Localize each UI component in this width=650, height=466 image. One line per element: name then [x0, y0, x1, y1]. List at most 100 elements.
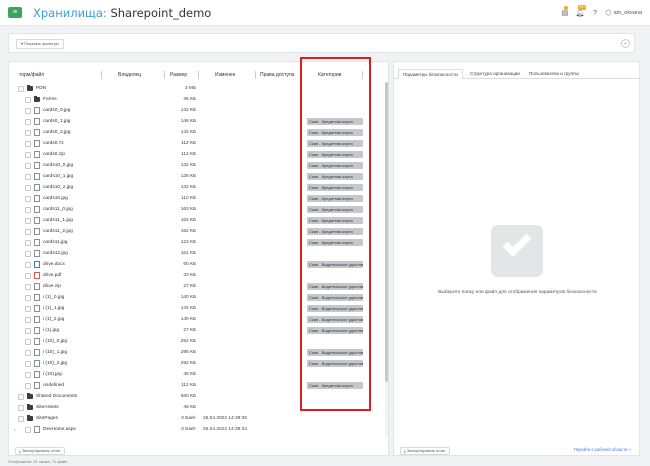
column-separator[interactable] — [198, 71, 199, 79]
row-checkbox[interactable] — [25, 426, 31, 433]
row-checkbox[interactable] — [25, 96, 31, 103]
file-icon — [34, 316, 40, 323]
file-size: 144 КБ — [180, 306, 196, 311]
row-checkbox[interactable] — [25, 217, 31, 224]
file-name[interactable]: drive.pdf — [43, 270, 61, 281]
file-name[interactable]: Shared Documents — [36, 391, 77, 402]
row-checkbox[interactable] — [25, 239, 31, 246]
file-name[interactable]: PDN — [36, 83, 46, 94]
row-checkbox[interactable] — [25, 140, 31, 147]
column-header-name[interactable]: торм/файл — [19, 70, 44, 80]
file-icon — [34, 338, 40, 345]
file-name[interactable]: cards11_0.jpg — [43, 204, 73, 215]
file-name[interactable]: cards12.jpg — [43, 248, 68, 259]
file-name[interactable]: drive.zip — [43, 281, 61, 292]
go-to-workspace-link[interactable]: Перейти к рабочей области » — [574, 447, 631, 452]
row-checkbox[interactable] — [25, 184, 31, 191]
row-checkbox[interactable] — [18, 415, 24, 422]
file-name[interactable]: i (10)_1.jpg — [43, 347, 67, 358]
row-checkbox[interactable] — [18, 393, 24, 400]
row-checkbox[interactable] — [25, 283, 31, 290]
row-checkbox[interactable] — [25, 382, 31, 389]
row-checkbox[interactable] — [25, 129, 31, 136]
row-checkbox[interactable] — [25, 272, 31, 279]
file-name[interactable]: cards10_2.jpg — [43, 182, 73, 193]
file-name[interactable]: cards11_1.jpg — [43, 215, 73, 226]
tab-org-structure[interactable]: Структура организации — [466, 69, 524, 79]
file-name[interactable]: cards0_2.jpg — [43, 127, 70, 138]
column-separator[interactable] — [255, 71, 256, 79]
column-header-size[interactable]: Размер — [170, 70, 187, 80]
bell-icon[interactable]: 🔔︎ 99+ — [575, 4, 587, 18]
export-report-button-right[interactable]: ⤓ Экспортировать отчет — [400, 447, 450, 455]
file-name[interactable]: Forms — [43, 94, 57, 105]
file-name[interactable]: SitePages — [36, 413, 58, 424]
file-name[interactable]: i (10)_0.jpg — [43, 336, 67, 347]
column-separator[interactable] — [164, 71, 165, 79]
row-checkbox[interactable] — [25, 228, 31, 235]
file-name[interactable]: drive.docx — [43, 259, 65, 270]
chevron-right-icon[interactable]: › — [14, 424, 15, 435]
tab-users-groups[interactable]: Пользователи и группы — [525, 69, 583, 79]
column-header-modified[interactable]: Изменен — [215, 70, 235, 80]
help-icon[interactable]: ? — [590, 9, 599, 18]
file-name[interactable]: cards0.7z — [43, 138, 64, 149]
row-checkbox[interactable] — [18, 404, 24, 411]
vertical-scrollbar[interactable] — [385, 82, 388, 437]
column-separator[interactable] — [101, 71, 102, 79]
row-checkbox[interactable] — [25, 250, 31, 257]
chevron-down-icon[interactable]: ⌄ — [621, 39, 630, 48]
column-header-access[interactable]: Права доступа — [260, 70, 294, 80]
row-checkbox[interactable] — [25, 151, 31, 158]
filter-bar: ▾ Показать фильтры ⌄ — [8, 33, 635, 53]
row-checkbox[interactable] — [25, 327, 31, 334]
row-checkbox[interactable] — [25, 338, 31, 345]
file-name[interactable]: i (1)_0.jpg — [43, 292, 64, 303]
file-icon — [34, 151, 40, 158]
file-name[interactable]: cards10.jpg — [43, 193, 68, 204]
file-name[interactable]: i (10).jpg — [43, 369, 62, 380]
row-checkbox[interactable] — [18, 85, 24, 92]
file-name[interactable]: i (1)_1.jpg — [43, 303, 64, 314]
column-header-owner[interactable]: Владелец — [118, 70, 141, 80]
row-checkbox[interactable] — [25, 371, 31, 378]
file-name[interactable]: undefined — [43, 380, 64, 391]
file-size: 46 КБ — [183, 405, 196, 410]
file-name[interactable]: DevHome.aspx — [43, 424, 76, 435]
file-name[interactable]: cards0.zip — [43, 149, 65, 160]
row-checkbox[interactable] — [25, 294, 31, 301]
file-name[interactable]: i (10)_2.jpg — [43, 358, 67, 369]
file-name[interactable]: cards11.jpg — [43, 237, 67, 248]
table-row[interactable]: SitePages 0 Байт 26.04.2022 14:39:36 — [9, 413, 390, 424]
file-name[interactable]: i (1)_2.jpg — [43, 314, 64, 325]
file-name[interactable]: cards0_1.jpg — [43, 116, 70, 127]
file-name[interactable]: cards11_2.jpg — [43, 226, 73, 237]
table-row[interactable]: › DevHome.aspx 0 Байт 26.04.2022 14:39:34 — [9, 424, 390, 435]
file-name[interactable]: cards10_0.jpg — [43, 160, 73, 171]
file-name[interactable]: i (1).jpg — [43, 325, 59, 336]
clipboard-icon[interactable]: ▤ — [560, 5, 569, 18]
row-checkbox[interactable] — [25, 261, 31, 268]
row-checkbox[interactable] — [25, 360, 31, 367]
file-name[interactable]: SiteAssets — [36, 402, 59, 413]
row-checkbox[interactable] — [25, 118, 31, 125]
tab-security-params[interactable]: Параметры безопасности — [398, 69, 463, 79]
row-checkbox[interactable] — [25, 305, 31, 312]
scrollbar-thumb[interactable] — [385, 82, 388, 382]
user-menu[interactable]: ◯ am_oksana — [605, 10, 642, 16]
row-checkbox[interactable] — [25, 206, 31, 213]
row-checkbox[interactable] — [25, 173, 31, 180]
row-checkbox[interactable] — [25, 195, 31, 202]
row-checkbox[interactable] — [25, 316, 31, 323]
file-name[interactable]: cards10_1.jpg — [43, 171, 73, 182]
export-report-button-left[interactable]: ⤓ Экспортировать отчет — [15, 447, 65, 455]
file-name[interactable]: cards0_0.jpg — [43, 105, 70, 116]
file-icon — [34, 217, 40, 224]
row-checkbox[interactable] — [25, 349, 31, 356]
row-checkbox[interactable] — [25, 162, 31, 169]
row-checkbox[interactable] — [25, 107, 31, 114]
hamburger-icon[interactable]: ≡ — [8, 7, 22, 18]
file-size: 36 КБ — [183, 97, 196, 102]
show-filters-button[interactable]: ▾ Показать фильтры — [16, 39, 64, 49]
top-icons: ▤ 🔔︎ 99+ ? ◯ am_oksana — [560, 4, 642, 19]
